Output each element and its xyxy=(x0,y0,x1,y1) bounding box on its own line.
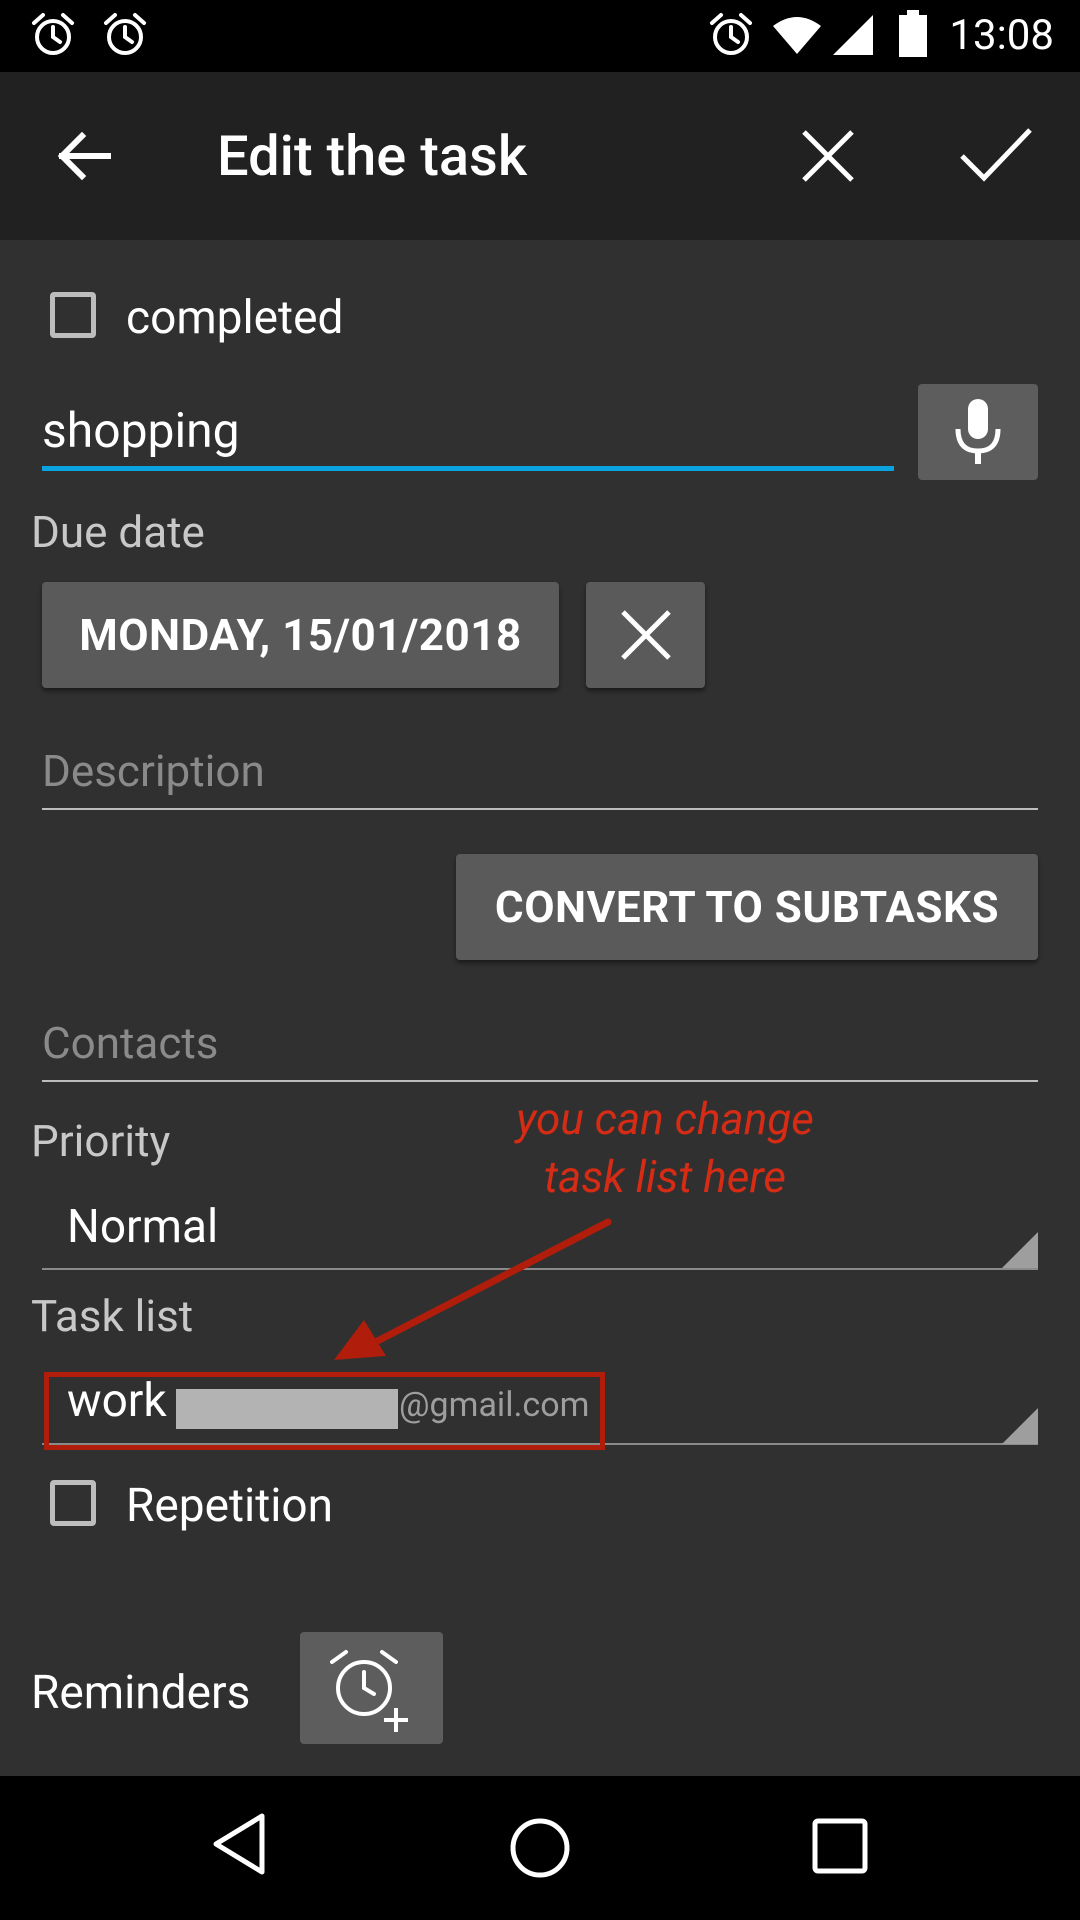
annotation-line-1: you can change xyxy=(516,1093,814,1145)
priority-dropdown-arrow-icon[interactable] xyxy=(1002,1232,1038,1268)
alarm-icon xyxy=(104,13,146,55)
close-icon[interactable] xyxy=(800,128,856,184)
task-list-label: Task list xyxy=(31,1290,194,1342)
priority-value[interactable]: Normal xyxy=(67,1199,218,1255)
annotation-highlight-box xyxy=(44,1372,605,1450)
page-title: Edit the task xyxy=(217,123,528,189)
back-arrow-icon[interactable] xyxy=(52,124,116,188)
completed-label: completed xyxy=(126,291,344,345)
check-icon[interactable] xyxy=(958,124,1034,184)
completed-checkbox[interactable] xyxy=(50,292,96,338)
close-icon xyxy=(620,610,671,660)
reminders-label: Reminders xyxy=(31,1666,251,1720)
repetition-checkbox[interactable] xyxy=(50,1480,96,1526)
clear-due-date-button[interactable] xyxy=(586,582,705,688)
task-name-input[interactable]: shopping xyxy=(42,403,240,459)
add-alarm-icon xyxy=(329,1650,408,1732)
due-date-value: MONDAY, 15/01/2018 xyxy=(79,609,522,661)
description-underline xyxy=(42,808,1038,810)
signal-icon xyxy=(833,15,873,55)
microphone-icon xyxy=(955,399,1001,464)
status-time: 13:08 xyxy=(949,11,1054,60)
alarm-icon xyxy=(710,13,752,55)
alarm-icon xyxy=(32,13,74,55)
app-bar: Edit the task xyxy=(0,72,1080,240)
recents-icon[interactable] xyxy=(812,1818,868,1874)
task-name-underline xyxy=(42,466,894,471)
voice-input-button[interactable] xyxy=(918,384,1038,480)
contacts-input[interactable]: Contacts xyxy=(42,1015,219,1071)
annotation-line-2: task list here xyxy=(544,1151,786,1203)
task-list-dropdown-arrow-icon[interactable] xyxy=(1002,1408,1038,1444)
add-reminder-button[interactable] xyxy=(300,1632,443,1744)
status-bar: 13:08 xyxy=(0,0,1080,72)
convert-to-subtasks-button[interactable]: CONVERT TO SUBTASKS xyxy=(456,854,1038,960)
back-icon[interactable] xyxy=(212,1812,268,1876)
priority-label: Priority xyxy=(31,1115,171,1167)
due-date-label: Due date xyxy=(31,506,205,558)
annotation-arrow xyxy=(334,1218,612,1360)
annotation-text: you can change task list here xyxy=(430,1090,900,1206)
home-icon[interactable] xyxy=(508,1816,572,1880)
convert-to-subtasks-label: CONVERT TO SUBTASKS xyxy=(494,881,1000,933)
battery-icon xyxy=(899,10,927,57)
navigation-bar xyxy=(0,1776,1080,1920)
wifi-icon xyxy=(773,17,821,54)
contacts-underline xyxy=(42,1080,1038,1082)
description-input[interactable]: Description xyxy=(42,743,265,799)
repetition-label: Repetition xyxy=(126,1479,334,1533)
due-date-button[interactable]: MONDAY, 15/01/2018 xyxy=(42,582,559,688)
